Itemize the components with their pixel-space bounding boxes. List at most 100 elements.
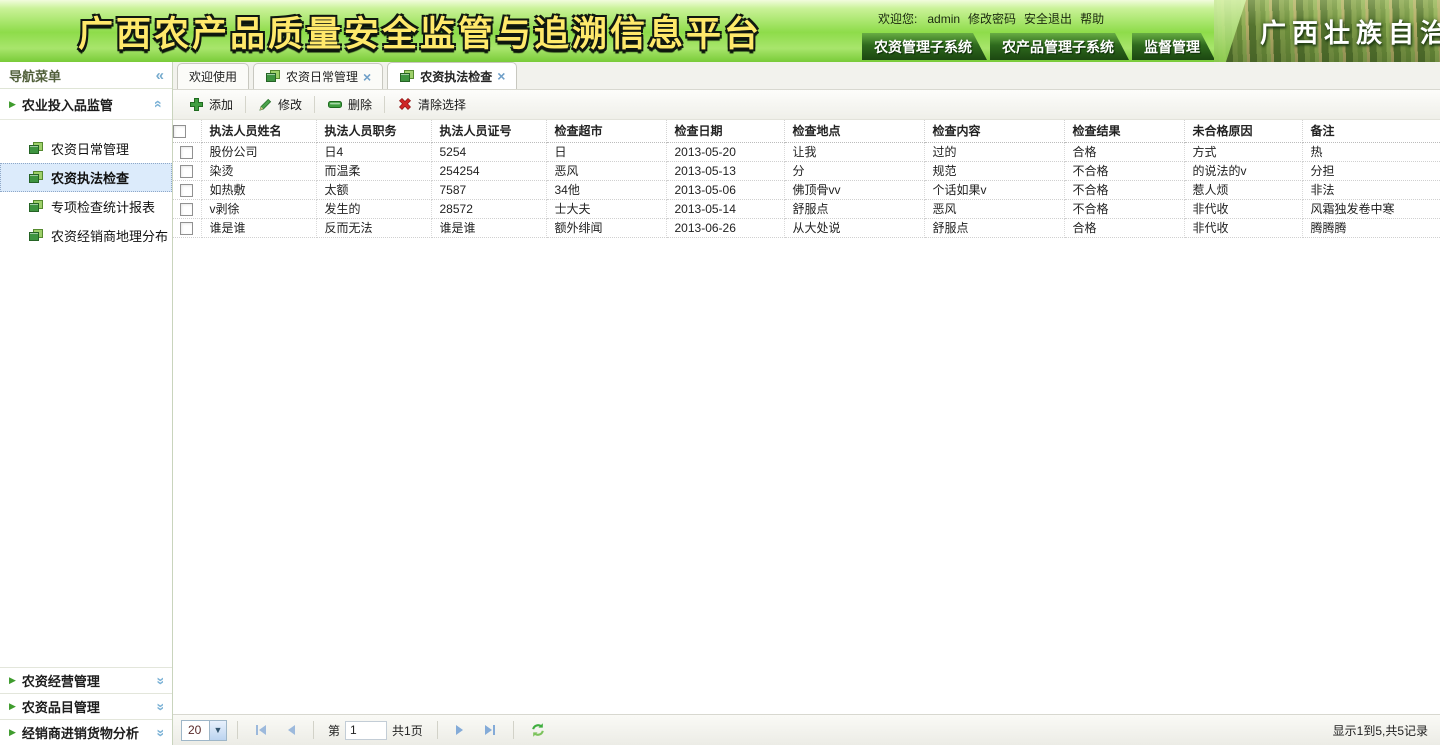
cell: 惹人烦 — [1184, 180, 1302, 199]
table-row[interactable]: 染烫 而温柔 254254 恶风 2013-05-13 分 规范 不合格 的说法… — [173, 161, 1440, 180]
column-header[interactable]: 执法人员姓名 — [201, 120, 316, 142]
row-checkbox[interactable] — [180, 203, 193, 216]
first-page-button[interactable] — [248, 725, 274, 735]
cell: 舒服点 — [784, 199, 924, 218]
cell: 2013-05-06 — [666, 180, 784, 199]
sidebar-item-dili[interactable]: 农资经销商地理分布 — [0, 221, 172, 250]
close-icon[interactable]: × — [363, 70, 371, 84]
cell: 34他 — [546, 180, 666, 199]
sidebar-section-jinxiao[interactable]: ▶ 经销商进销货物分析 « — [0, 719, 172, 745]
page-size-value: 20 — [182, 723, 209, 737]
prev-page-icon — [288, 725, 295, 735]
column-header[interactable]: 执法人员证号 — [431, 120, 546, 142]
column-header[interactable]: 备注 — [1302, 120, 1440, 142]
cell: 过的 — [924, 142, 1064, 161]
tab-zhifa-jiancha[interactable]: 农资执法检查 × — [387, 62, 517, 89]
cell: 不合格 — [1064, 161, 1184, 180]
table-row[interactable]: 谁是谁 反而无法 谁是谁 额外绯闻 2013-06-26 从大处说 舒服点 合格… — [173, 218, 1440, 237]
folder-icon — [399, 70, 415, 83]
triangle-icon: ▶ — [9, 675, 16, 686]
table-row[interactable]: 如热敷 太额 7587 34他 2013-05-06 佛顶骨vv 个话如果v 不… — [173, 180, 1440, 199]
chevron-down-icon[interactable]: « — [151, 729, 167, 737]
cell: 恶风 — [924, 199, 1064, 218]
column-header[interactable]: 检查内容 — [924, 120, 1064, 142]
cell: 分 — [784, 161, 924, 180]
table-row[interactable]: 股份公司 日4 5254 日 2013-05-20 让我 过的 合格 方式 热 — [173, 142, 1440, 161]
help-link[interactable]: 帮助 — [1080, 10, 1104, 27]
select-all-checkbox[interactable] — [173, 125, 186, 138]
chevron-down-icon[interactable]: « — [151, 703, 167, 711]
sidebar-section-nongye-touru[interactable]: ▶ 农业投入品监管 « — [0, 89, 172, 120]
column-header[interactable]: 未合格原因 — [1184, 120, 1302, 142]
cell: 非代收 — [1184, 199, 1302, 218]
prev-page-button[interactable] — [280, 725, 303, 735]
row-checkbox[interactable] — [180, 165, 193, 178]
clear-selection-button[interactable]: 清除选择 — [387, 93, 476, 117]
minus-icon — [327, 97, 343, 112]
cell: 反而无法 — [316, 218, 431, 237]
red-x-icon — [397, 97, 413, 112]
cell: 日4 — [316, 142, 431, 161]
last-page-button[interactable] — [477, 725, 503, 735]
page-number-input[interactable] — [345, 721, 387, 740]
row-checkbox[interactable] — [180, 146, 193, 159]
pager-separator — [437, 721, 438, 739]
welcome-bar: 欢迎您:admin 修改密码 安全退出 帮助 — [862, 5, 1214, 32]
tab-richang-guanli[interactable]: 农资日常管理 × — [253, 63, 383, 89]
next-page-icon — [456, 725, 463, 735]
sidebar-item-richang[interactable]: 农资日常管理 — [0, 134, 172, 163]
cell: 谁是谁 — [431, 218, 546, 237]
chevron-down-icon[interactable]: « — [151, 677, 167, 685]
welcome-prefix: 欢迎您: — [878, 10, 917, 27]
column-header[interactable]: 检查超市 — [546, 120, 666, 142]
chevron-down-icon[interactable]: ▼ — [209, 721, 226, 740]
cell: 254254 — [431, 161, 546, 180]
app-header: 广西农产品质量安全监管与追溯信息平台 欢迎您:admin 修改密码 安全退出 帮… — [0, 0, 1440, 62]
row-checkbox[interactable] — [180, 222, 193, 235]
cell: 不合格 — [1064, 180, 1184, 199]
sidebar-collapse-icon[interactable]: « — [156, 67, 164, 84]
close-icon[interactable]: × — [497, 69, 505, 83]
header-title-zone: 广西农产品质量安全监管与追溯信息平台 — [0, 0, 862, 62]
sidebar-item-zhuanxiang[interactable]: 专项检查统计报表 — [0, 192, 172, 221]
inspection-table: 执法人员姓名 执法人员职务 执法人员证号 检查超市 检查日期 检查地点 检查内容… — [173, 120, 1440, 238]
pager-separator — [513, 721, 514, 739]
column-header[interactable]: 检查结果 — [1064, 120, 1184, 142]
subsystem-nav: 农资管理子系统 农产品管理子系统 监督管理 — [862, 32, 1214, 62]
add-button[interactable]: 添加 — [179, 93, 243, 117]
column-header[interactable]: 检查日期 — [666, 120, 784, 142]
folder-icon — [28, 200, 44, 213]
subsystem-tab-jiandu[interactable]: 监督管理 — [1132, 33, 1215, 60]
change-password-link[interactable]: 修改密码 — [968, 10, 1016, 27]
cell: 28572 — [431, 199, 546, 218]
edit-button-label: 修改 — [278, 96, 302, 113]
region-banner-text: 广西壮族自治区 — [1214, 13, 1440, 50]
delete-button[interactable]: 删除 — [317, 93, 382, 117]
subsystem-tab-nongchanpin[interactable]: 农产品管理子系统 — [990, 33, 1129, 60]
page-size-select[interactable]: 20 ▼ — [181, 720, 227, 741]
sidebar-item-label: 专项检查统计报表 — [51, 197, 155, 216]
column-header[interactable]: 执法人员职务 — [316, 120, 431, 142]
grid-empty-area — [173, 238, 1440, 715]
cell: 非法 — [1302, 180, 1440, 199]
main-panel: 欢迎使用 农资日常管理 × 农资执法检查 × 添加 修改 — [173, 62, 1440, 745]
table-row[interactable]: v剥徐 发生的 28572 士大夫 2013-05-14 舒服点 恶风 不合格 … — [173, 199, 1440, 218]
sidebar-section-jingying[interactable]: ▶ 农资经营管理 « — [0, 667, 172, 693]
subsystem-tab-nongzi[interactable]: 农资管理子系统 — [862, 33, 987, 60]
edit-button[interactable]: 修改 — [248, 93, 312, 117]
cell: 个话如果v — [924, 180, 1064, 199]
next-page-button[interactable] — [448, 725, 471, 735]
sidebar-section-pinmu[interactable]: ▶ 农资品目管理 « — [0, 693, 172, 719]
total-pages-label: 共1页 — [392, 722, 423, 739]
cell: 腾腾腾 — [1302, 218, 1440, 237]
tab-welcome[interactable]: 欢迎使用 — [177, 63, 249, 89]
logout-link[interactable]: 安全退出 — [1024, 10, 1072, 27]
pencil-icon — [258, 97, 273, 112]
column-header[interactable]: 检查地点 — [784, 120, 924, 142]
row-checkbox[interactable] — [180, 184, 193, 197]
chevron-up-icon[interactable]: « — [151, 100, 167, 108]
cell: 2013-06-26 — [666, 218, 784, 237]
sidebar-item-zhifa[interactable]: 农资执法检查 — [0, 163, 172, 192]
sidebar-section-label: 经销商进销货物分析 — [22, 723, 149, 742]
refresh-button[interactable] — [524, 722, 552, 738]
